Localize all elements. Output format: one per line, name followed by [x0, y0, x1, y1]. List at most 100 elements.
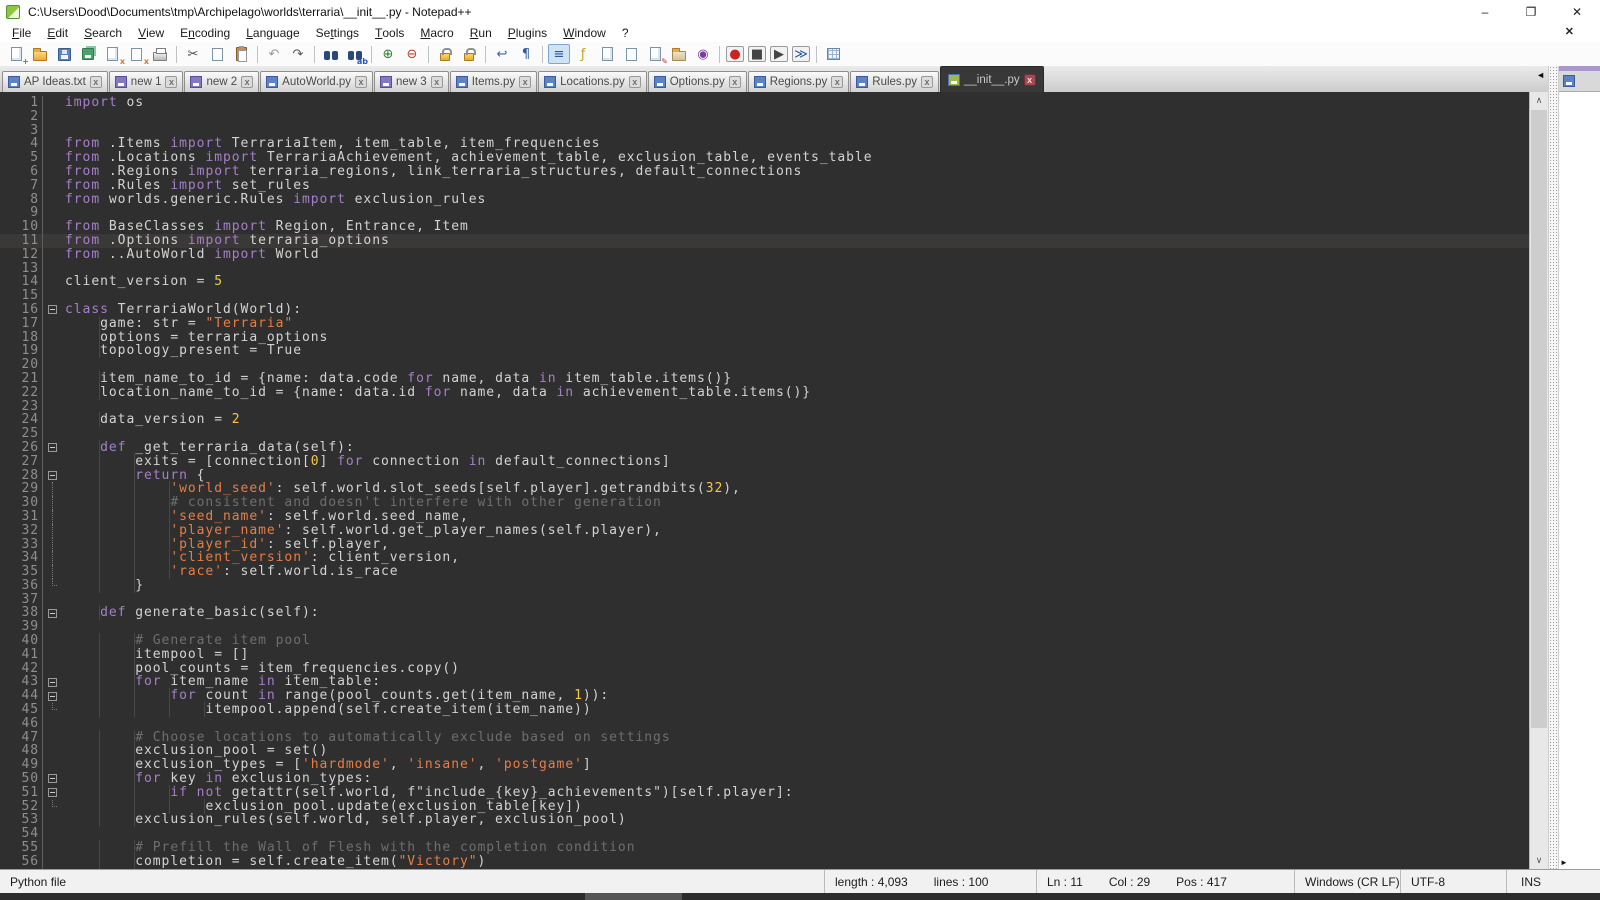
menu-run[interactable]: Run	[462, 23, 500, 42]
menu-language[interactable]: Language	[238, 23, 307, 42]
document-list-button[interactable]	[620, 44, 642, 64]
close-button[interactable]: x	[101, 44, 123, 64]
menu-edit[interactable]: Edit	[39, 23, 76, 42]
close-all-button[interactable]: x	[125, 44, 147, 64]
vertical-scrollbar[interactable]: ∧ ∨	[1529, 92, 1548, 869]
menu-search[interactable]: Search	[76, 23, 130, 42]
menu-file[interactable]: File	[4, 23, 39, 42]
status-encoding[interactable]: UTF-8	[1401, 870, 1507, 893]
line-number: 16	[0, 303, 42, 317]
pane-collapse-arrow-icon[interactable]: ►	[1560, 858, 1568, 867]
macro-play-button[interactable]: ▶	[770, 46, 788, 62]
tab-close-icon[interactable]: x	[90, 76, 102, 88]
monitoring-button[interactable]: ◉	[692, 44, 714, 64]
function-list-button[interactable]: ƒ	[572, 44, 594, 64]
save-button[interactable]	[53, 44, 75, 64]
macro-stop-button[interactable]: ■	[748, 46, 766, 62]
tab-close-icon[interactable]: x	[921, 76, 933, 88]
tab-autoworld-py[interactable]: AutoWorld.pyx	[260, 71, 373, 92]
tab-close-icon[interactable]: x	[519, 76, 531, 88]
sync-horizontal-scrolling-button[interactable]	[458, 44, 480, 64]
fold-margin[interactable]	[43, 689, 62, 703]
menu-encoding[interactable]: Encoding	[172, 23, 238, 42]
tab-close-icon[interactable]: x	[1024, 74, 1036, 86]
new-file-button[interactable]: +	[5, 44, 27, 64]
scroll-up-icon[interactable]: ∧	[1530, 92, 1548, 109]
redo-button[interactable]: ↷	[287, 44, 309, 64]
menu-macro[interactable]: Macro	[412, 23, 461, 42]
macro-record-button[interactable]: ●	[726, 46, 744, 62]
menu-[interactable]: ?	[614, 23, 637, 42]
show-indent-guide-button[interactable]: ≡	[548, 44, 570, 64]
zoom-in-button[interactable]: ⊕	[377, 44, 399, 64]
tab-close-icon[interactable]: x	[729, 76, 741, 88]
save-all-button[interactable]	[77, 44, 99, 64]
tab-options-py[interactable]: Options.pyx	[648, 71, 747, 92]
print-button[interactable]	[149, 44, 171, 64]
status-eol-format[interactable]: Windows (CR LF)	[1295, 870, 1401, 893]
copy-button[interactable]	[206, 44, 228, 64]
fold-margin[interactable]	[43, 469, 62, 483]
tab-items-py[interactable]: Items.pyx	[450, 71, 537, 92]
fold-collapse-icon[interactable]	[48, 774, 57, 783]
sync-vertical-scrolling-button[interactable]	[434, 44, 456, 64]
tab-close-icon[interactable]: x	[355, 76, 367, 88]
tab-locations-py[interactable]: Locations.pyx	[538, 71, 647, 92]
menu-settings[interactable]: Settings	[308, 23, 367, 42]
open-file-button[interactable]	[29, 44, 51, 64]
minimize-button[interactable]: –	[1462, 0, 1508, 23]
status-insert-mode[interactable]: INS	[1507, 870, 1600, 893]
scrollbar-thumb[interactable]	[1531, 110, 1547, 728]
tab-close-icon[interactable]: x	[165, 76, 177, 88]
paste-button[interactable]	[230, 44, 252, 64]
show-all-characters-button[interactable]: ¶	[515, 44, 537, 64]
tab-close-icon[interactable]: x	[241, 76, 253, 88]
view-splitter-handle[interactable]	[1548, 66, 1558, 869]
fold-collapse-icon[interactable]	[48, 305, 57, 314]
code-area[interactable]: 1import os234from .Items import Terraria…	[0, 92, 1529, 869]
fold-collapse-icon[interactable]	[48, 692, 57, 701]
restore-button[interactable]: ❐	[1508, 0, 1554, 23]
document-map-button[interactable]	[596, 44, 618, 64]
scroll-down-icon[interactable]: ∨	[1530, 852, 1548, 869]
macro-run-multiple-button[interactable]: ≫	[792, 46, 810, 62]
find-button[interactable]	[320, 44, 342, 64]
second-view-partial-tab[interactable]	[1559, 71, 1600, 92]
zoom-out-button[interactable]: ⊖	[401, 44, 423, 64]
tab-new-3[interactable]: new 3x	[374, 71, 449, 92]
file-browser-button[interactable]: ✎	[644, 44, 666, 64]
fold-collapse-icon[interactable]	[48, 788, 57, 797]
tab-rules-py[interactable]: Rules.pyx	[850, 71, 939, 92]
fold-margin[interactable]	[43, 303, 62, 317]
fold-margin[interactable]	[43, 772, 62, 786]
folder-as-workspace-button[interactable]	[668, 44, 690, 64]
tab-new-1[interactable]: new 1x	[109, 71, 184, 92]
menu-window[interactable]: Window	[555, 23, 614, 42]
close-document-x-icon[interactable]: ✕	[1565, 25, 1574, 38]
word-wrap-button[interactable]: ↩	[491, 44, 513, 64]
tab-close-icon[interactable]: x	[431, 76, 443, 88]
macro-save-button[interactable]	[822, 44, 844, 64]
fold-margin[interactable]	[43, 675, 62, 689]
tab-new-2[interactable]: new 2x	[184, 71, 259, 92]
tab--init-py[interactable]: __init__.pyx	[940, 66, 1044, 92]
fold-margin[interactable]	[43, 606, 62, 620]
replace-button[interactable]: ab	[344, 44, 366, 64]
menu-plugins[interactable]: Plugins	[500, 23, 555, 42]
tab-close-icon[interactable]: x	[629, 76, 641, 88]
tab-ap-ideas-txt[interactable]: AP Ideas.txtx	[2, 71, 108, 92]
tab-scroll-left-icon[interactable]: ◄	[1536, 70, 1545, 80]
menu-tools[interactable]: Tools	[367, 23, 412, 42]
fold-collapse-icon[interactable]	[48, 443, 57, 452]
fold-collapse-icon[interactable]	[48, 678, 57, 687]
cut-button[interactable]: ✂	[182, 44, 204, 64]
tab-close-icon[interactable]: x	[831, 76, 843, 88]
menu-view[interactable]: View	[130, 23, 172, 42]
fold-collapse-icon[interactable]	[48, 471, 57, 480]
close-window-button[interactable]: ✕	[1554, 0, 1600, 23]
tab-regions-py[interactable]: Regions.pyx	[748, 71, 850, 92]
fold-collapse-icon[interactable]	[48, 609, 57, 618]
fold-margin[interactable]	[43, 441, 62, 455]
undo-button[interactable]: ↶	[263, 44, 285, 64]
fold-margin[interactable]	[43, 786, 62, 800]
